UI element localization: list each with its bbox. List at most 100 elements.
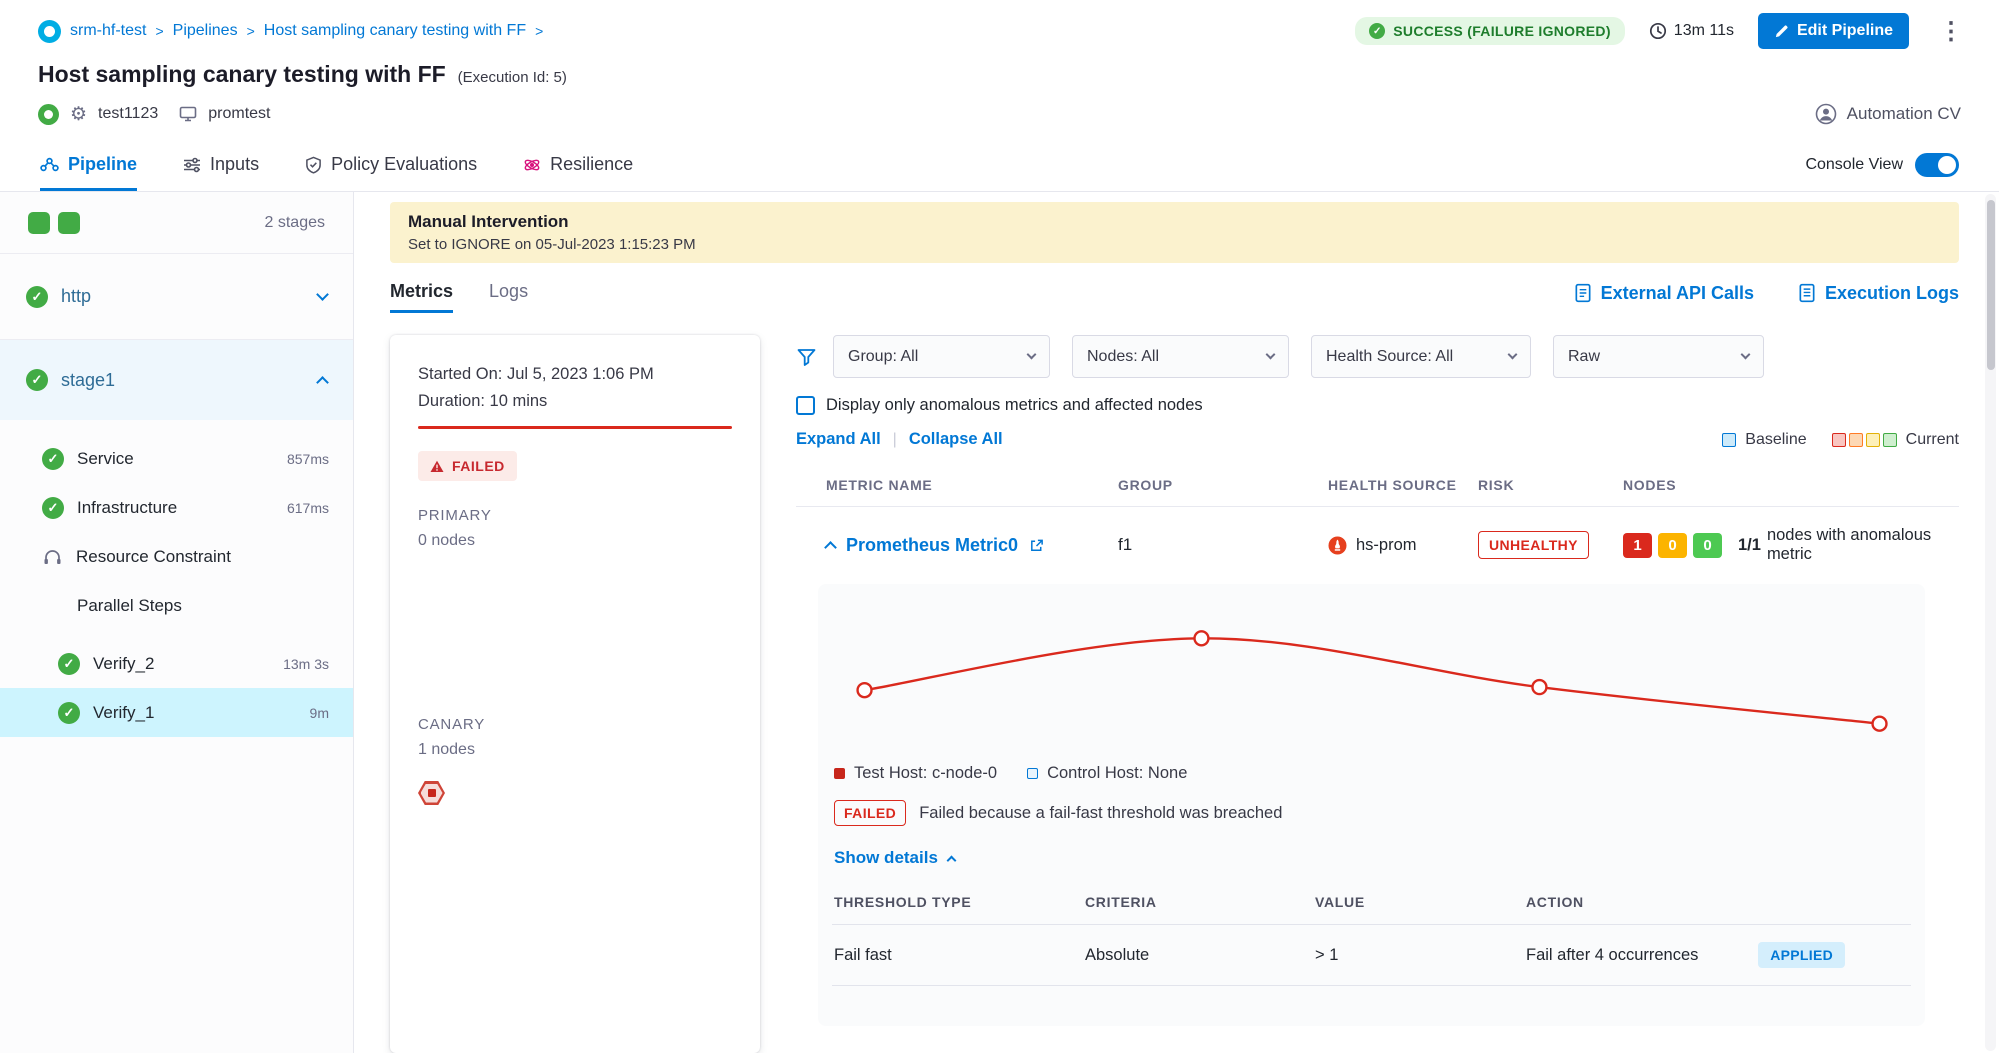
breadcrumb-pipelines-link[interactable]: Pipelines <box>173 22 238 40</box>
show-details-link[interactable]: Show details <box>832 848 1911 868</box>
metric-chart-container <box>832 602 1911 756</box>
breadcrumb-pipeline-link[interactable]: Host sampling canary testing with FF <box>264 22 526 40</box>
breadcrumb-project-link[interactable]: srm-hf-test <box>70 22 146 40</box>
show-details-label: Show details <box>834 848 938 868</box>
manual-intervention-banner: Manual Intervention Set to IGNORE on 05-… <box>390 202 1959 263</box>
kebab-menu-icon[interactable]: ⋮ <box>1933 17 1969 46</box>
vertical-scrollbar[interactable] <box>1985 194 1996 1051</box>
canary-node-hexagon[interactable] <box>418 781 445 805</box>
chevron-up-icon <box>946 855 956 865</box>
console-view-toggle[interactable] <box>1915 153 1959 177</box>
edit-pipeline-button[interactable]: Edit Pipeline <box>1758 13 1909 49</box>
external-api-calls-link[interactable]: External API Calls <box>1574 283 1754 304</box>
tab-resilience[interactable]: Resilience <box>523 154 633 191</box>
inputs-icon <box>183 157 201 173</box>
nodes-filter-value: Nodes: All <box>1087 348 1159 366</box>
elapsed-time-value: 13m 11s <box>1674 22 1734 40</box>
step-resource-constraint[interactable]: Resource Constraint <box>0 532 353 581</box>
tab-logs[interactable]: Logs <box>489 281 528 313</box>
breadcrumb-separator: > <box>535 23 543 39</box>
avatar-icon <box>1815 103 1837 125</box>
col-threshold-type: THRESHOLD TYPE <box>834 894 1085 910</box>
step-duration: 617ms <box>287 500 329 516</box>
current-orange-swatch <box>1849 433 1863 447</box>
metric-group: f1 <box>1118 535 1328 555</box>
canary-node-dot <box>428 789 436 797</box>
tab-policy-evaluations[interactable]: Policy Evaluations <box>305 154 477 191</box>
success-check-icon: ✓ <box>58 653 80 675</box>
success-check-icon: ✓ <box>26 286 48 308</box>
threshold-table-header: THRESHOLD TYPE CRITERIA VALUE ACTION <box>832 894 1911 925</box>
group-filter-select[interactable]: Group: All <box>833 335 1050 378</box>
duration: Duration: 10 mins <box>418 392 732 411</box>
banner-title: Manual Intervention <box>408 212 1941 232</box>
health-source-name: hs-prom <box>1356 536 1417 555</box>
pipeline-icon <box>40 157 59 173</box>
step-duration: 857ms <box>287 451 329 467</box>
failure-reason-row: FAILED Failed because a fail-fast thresh… <box>832 800 1911 826</box>
harness-logo-icon[interactable] <box>38 20 61 43</box>
step-label: Parallel Steps <box>77 596 182 616</box>
action-value: Fail after 4 occurrences <box>1526 946 1698 965</box>
group-filter-value: Group: All <box>848 348 918 366</box>
collapse-all-link[interactable]: Collapse All <box>909 430 1003 449</box>
col-group: GROUP <box>1118 477 1328 493</box>
health-source-filter-select[interactable]: Health Source: All <box>1311 335 1531 378</box>
test-host-label: Test Host: c-node-0 <box>854 764 997 783</box>
chevron-down-icon <box>1027 350 1037 360</box>
sidebar-stage-http[interactable]: ✓ http <box>0 254 353 340</box>
external-api-calls-label: External API Calls <box>1601 283 1754 304</box>
node-health-counts: 1 0 0 1/1 nodes with anomalous metric <box>1623 526 1959 564</box>
warning-node-count: 0 <box>1658 533 1687 558</box>
sidebar-stage-stage1[interactable]: ✓ stage1 <box>0 340 353 420</box>
environment-name: promtest <box>208 105 270 123</box>
anomalous-only-checkbox[interactable] <box>796 396 815 415</box>
execution-logs-link[interactable]: Execution Logs <box>1798 283 1959 304</box>
step-verify-2[interactable]: ✓ Verify_2 13m 3s <box>0 639 353 688</box>
data-mode-select[interactable]: Raw <box>1553 335 1764 378</box>
step-parallel-steps[interactable]: Parallel Steps <box>0 581 353 630</box>
tab-policy-evaluations-label: Policy Evaluations <box>331 154 477 175</box>
resource-constraint-icon <box>42 548 63 566</box>
external-link-icon[interactable] <box>1029 538 1044 553</box>
gear-icon: ⚙ <box>70 105 87 124</box>
success-check-icon: ✓ <box>42 448 64 470</box>
verification-summary-card: Started On: Jul 5, 2023 1:06 PM Duration… <box>390 335 760 1053</box>
expand-all-link[interactable]: Expand All <box>796 430 881 449</box>
baseline-legend-swatch <box>1722 433 1736 447</box>
metric-name-link[interactable]: Prometheus Metric0 <box>846 535 1018 556</box>
step-duration: 13m 3s <box>283 656 329 672</box>
step-label: Service <box>77 449 134 469</box>
canary-node-count: 1 nodes <box>418 741 732 759</box>
success-check-icon: ✓ <box>1369 23 1385 39</box>
breadcrumb-separator: > <box>155 23 163 39</box>
verification-status-badge: FAILED <box>418 451 517 481</box>
collapse-metric-chevron[interactable] <box>824 541 837 554</box>
control-host-swatch <box>1027 768 1038 779</box>
healthy-node-count: 0 <box>1693 533 1722 558</box>
col-metric-name: METRIC NAME <box>826 477 1118 493</box>
console-view-label: Console View <box>1805 156 1903 174</box>
shield-check-icon <box>305 156 322 174</box>
tab-inputs[interactable]: Inputs <box>183 154 259 191</box>
stage-count-label: 2 stages <box>265 214 325 232</box>
anomalous-node-ratio: 1/1 <box>1738 536 1761 555</box>
logs-document-icon <box>1798 283 1816 303</box>
step-verify-1[interactable]: ✓ Verify_1 9m <box>0 688 353 737</box>
step-infrastructure[interactable]: ✓ Infrastructure 617ms <box>0 483 353 532</box>
tab-pipeline[interactable]: Pipeline <box>40 154 137 191</box>
applied-badge: APPLIED <box>1758 942 1845 968</box>
execution-logs-label: Execution Logs <box>1825 283 1959 304</box>
tab-metrics[interactable]: Metrics <box>390 281 453 313</box>
chevron-down-icon <box>1508 350 1518 360</box>
metric-detail-panel: Test Host: c-node-0 Control Host: None F… <box>818 584 1925 1026</box>
filter-funnel-icon[interactable] <box>796 347 817 367</box>
chevron-down-icon <box>316 288 329 301</box>
chart-color-legend: Baseline Current <box>1722 431 1959 449</box>
step-service[interactable]: ✓ Service 857ms <box>0 434 353 483</box>
current-legend-label: Current <box>1906 431 1959 449</box>
nodes-filter-select[interactable]: Nodes: All <box>1072 335 1289 378</box>
anomalous-node-note: nodes with anomalous metric <box>1767 526 1959 564</box>
environment-icon <box>179 106 197 122</box>
scrollbar-thumb[interactable] <box>1987 200 1995 370</box>
